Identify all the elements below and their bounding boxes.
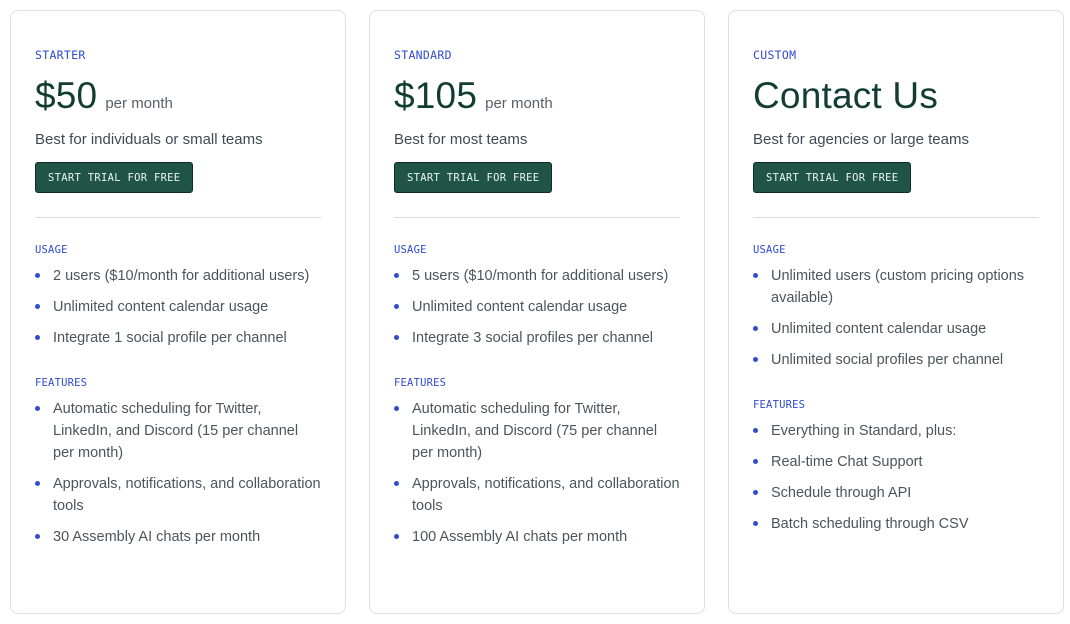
price-row: $50 per month <box>35 73 321 119</box>
divider <box>394 217 680 218</box>
bullet-icon <box>35 406 40 411</box>
feature-item: Approvals, notifications, and collaborat… <box>394 473 680 517</box>
usage-item: Integrate 1 social profile per channel <box>35 327 321 349</box>
feature-item-text: Everything in Standard, plus: <box>771 423 957 439</box>
bullet-icon <box>753 428 758 433</box>
feature-item: Approvals, notifications, and collaborat… <box>35 473 321 517</box>
usage-item-text: Unlimited social profiles per channel <box>771 352 1004 368</box>
start-trial-button[interactable]: START TRIAL FOR FREE <box>753 162 912 193</box>
plan-tier-label: CUSTOM <box>753 48 797 62</box>
usage-list: 2 users ($10/month for additional users)… <box>35 265 321 349</box>
bullet-icon <box>394 304 399 309</box>
feature-item-text: Approvals, notifications, and collaborat… <box>53 476 321 514</box>
plan-price: Contact Us <box>753 75 939 116</box>
feature-item-text: Batch scheduling through CSV <box>771 516 969 532</box>
bullet-icon <box>35 304 40 309</box>
feature-item-text: Real-time Chat Support <box>771 454 923 470</box>
bullet-icon <box>394 273 399 278</box>
usage-item: Unlimited content calendar usage <box>35 296 321 318</box>
divider <box>35 217 321 218</box>
usage-item-text: 5 users ($10/month for additional users) <box>412 268 669 284</box>
bullet-icon <box>753 357 758 362</box>
feature-item: Schedule through API <box>753 482 1039 504</box>
feature-item-text: Automatic scheduling for Twitter, Linked… <box>53 401 299 461</box>
usage-section-title: USAGE <box>394 244 427 256</box>
usage-item-text: Unlimited users (custom pricing options … <box>771 268 1025 306</box>
usage-item: 5 users ($10/month for additional users) <box>394 265 680 287</box>
bullet-icon <box>753 490 758 495</box>
usage-item: Integrate 3 social profiles per channel <box>394 327 680 349</box>
start-trial-button[interactable]: START TRIAL FOR FREE <box>394 162 553 193</box>
feature-item: Automatic scheduling for Twitter, Linked… <box>35 398 321 464</box>
plan-description: Best for most teams <box>394 131 528 148</box>
features-list: Everything in Standard, plus: Real-time C… <box>753 420 1039 535</box>
plan-price: $105 <box>394 75 478 116</box>
usage-item-text: 2 users ($10/month for additional users) <box>53 268 310 284</box>
bullet-icon <box>394 335 399 340</box>
bullet-icon <box>394 481 399 486</box>
bullet-icon <box>753 521 758 526</box>
usage-list: 5 users ($10/month for additional users)… <box>394 265 680 349</box>
plan-tier-label: STARTER <box>35 48 86 62</box>
price-row: Contact Us <box>753 73 1039 119</box>
plan-description: Best for agencies or large teams <box>753 131 969 148</box>
feature-item-text: Approvals, notifications, and collaborat… <box>412 476 680 514</box>
feature-item: Automatic scheduling for Twitter, Linked… <box>394 398 680 464</box>
bullet-icon <box>753 326 758 331</box>
start-trial-button[interactable]: START TRIAL FOR FREE <box>35 162 194 193</box>
feature-item: Batch scheduling through CSV <box>753 513 1039 535</box>
feature-item: Everything in Standard, plus: <box>753 420 1039 442</box>
usage-item: Unlimited content calendar usage <box>753 318 1039 340</box>
usage-item: Unlimited social profiles per channel <box>753 349 1039 371</box>
usage-item: Unlimited users (custom pricing options … <box>753 265 1039 309</box>
feature-item-text: 100 Assembly AI chats per month <box>412 529 628 545</box>
usage-section-title: USAGE <box>35 244 68 256</box>
usage-item-text: Unlimited content calendar usage <box>412 299 628 315</box>
usage-section-title: USAGE <box>753 244 786 256</box>
price-row: $105 per month <box>394 73 680 119</box>
usage-item: 2 users ($10/month for additional users) <box>35 265 321 287</box>
bullet-icon <box>35 534 40 539</box>
bullet-icon <box>394 534 399 539</box>
bullet-icon <box>753 273 758 278</box>
usage-item-text: Integrate 1 social profile per channel <box>53 330 287 346</box>
divider <box>753 217 1039 218</box>
bullet-icon <box>394 406 399 411</box>
usage-item: Unlimited content calendar usage <box>394 296 680 318</box>
feature-item-text: 30 Assembly AI chats per month <box>53 529 261 545</box>
plan-price: $50 <box>35 75 98 116</box>
feature-item: 30 Assembly AI chats per month <box>35 526 321 548</box>
pricing-plans: STARTER $50 per month Best for individuals … <box>10 10 1064 614</box>
price-period: per month <box>105 95 173 112</box>
usage-item-text: Unlimited content calendar usage <box>53 299 269 315</box>
bullet-icon <box>35 335 40 340</box>
feature-item: 100 Assembly AI chats per month <box>394 526 680 548</box>
bullet-icon <box>35 273 40 278</box>
bullet-icon <box>35 481 40 486</box>
features-section-title: FEATURES <box>394 377 447 389</box>
features-section-title: FEATURES <box>753 399 806 411</box>
feature-item: Real-time Chat Support <box>753 451 1039 473</box>
features-section-title: FEATURES <box>35 377 88 389</box>
features-list: Automatic scheduling for Twitter, Linked… <box>394 398 680 548</box>
plan-card-custom: CUSTOM Contact Us Best for agencies or lar… <box>728 10 1064 614</box>
feature-item-text: Automatic scheduling for Twitter, Linked… <box>412 401 658 461</box>
price-period: per month <box>485 95 553 112</box>
plan-card-standard: STANDARD $105 per month Best for most teams… <box>369 10 705 614</box>
plan-description: Best for individuals or small teams <box>35 131 263 148</box>
usage-item-text: Unlimited content calendar usage <box>771 321 987 337</box>
plan-card-starter: STARTER $50 per month Best for individuals … <box>10 10 346 614</box>
bullet-icon <box>753 459 758 464</box>
feature-item-text: Schedule through API <box>771 485 912 501</box>
plan-tier-label: STANDARD <box>394 48 452 62</box>
features-list: Automatic scheduling for Twitter, Linked… <box>35 398 321 548</box>
usage-item-text: Integrate 3 social profiles per channel <box>412 330 654 346</box>
usage-list: Unlimited users (custom pricing options … <box>753 265 1039 371</box>
